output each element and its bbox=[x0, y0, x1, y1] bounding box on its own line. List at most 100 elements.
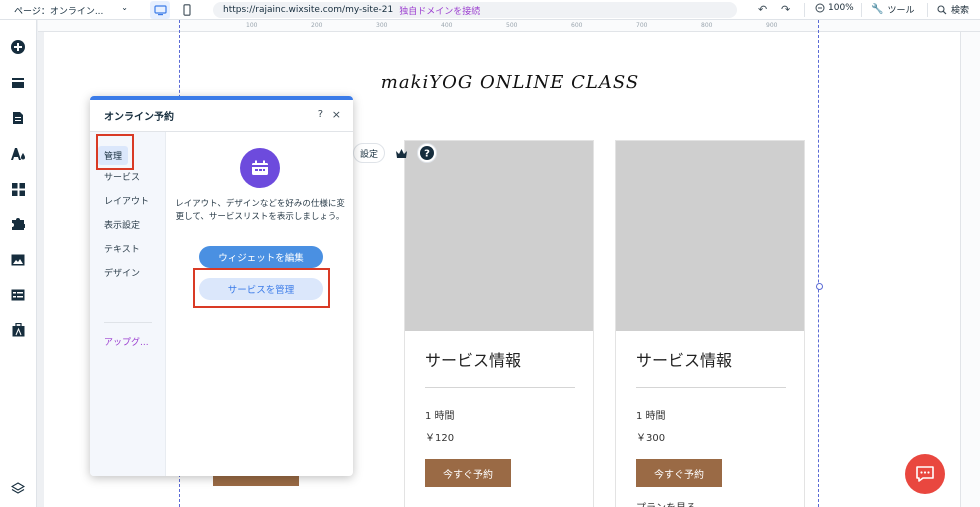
undo-icon[interactable]: ↶ bbox=[758, 3, 767, 16]
chevron-down-icon: ⌄ bbox=[121, 3, 128, 12]
layers-button[interactable] bbox=[9, 480, 27, 498]
book-now-button[interactable]: 今すぐ予約 bbox=[425, 459, 511, 487]
settings-label: 設定 bbox=[360, 149, 379, 160]
apps-grid-icon bbox=[11, 182, 25, 196]
business-apps-button[interactable] bbox=[9, 215, 27, 233]
edit-widget-button[interactable]: ウィジェットを編集 bbox=[199, 246, 323, 268]
ruler-mark: 500 bbox=[506, 22, 518, 29]
book-now-button[interactable]: 今すぐ予約 bbox=[636, 459, 722, 487]
page-icon bbox=[13, 112, 23, 124]
resize-handle[interactable] bbox=[816, 283, 823, 290]
ruler-mark: 400 bbox=[441, 22, 453, 29]
briefcase-icon bbox=[12, 323, 24, 337]
service-duration: 1 時間 bbox=[636, 411, 666, 422]
ruler-mark: 100 bbox=[246, 22, 258, 29]
text-drop-icon bbox=[11, 148, 25, 160]
theme-button[interactable] bbox=[9, 145, 27, 163]
toolbar-divider bbox=[861, 3, 862, 17]
pages-button[interactable] bbox=[9, 109, 27, 127]
add-elements-button[interactable] bbox=[9, 38, 27, 56]
ruler-mark: 200 bbox=[311, 22, 323, 29]
chat-button[interactable] bbox=[905, 454, 945, 494]
panel-close-button[interactable]: × bbox=[332, 108, 341, 121]
calendar-icon bbox=[240, 148, 280, 188]
service-name: サービス情報 bbox=[636, 351, 733, 370]
panel-title: オンライン予約 bbox=[104, 112, 174, 123]
search-button[interactable]: 検索 bbox=[937, 3, 969, 16]
layers-icon bbox=[11, 482, 25, 494]
right-ruler bbox=[960, 32, 980, 507]
zoom-icon bbox=[815, 3, 825, 13]
panel-nav-text[interactable]: テキスト bbox=[104, 242, 140, 255]
desktop-view-button[interactable] bbox=[150, 1, 170, 19]
tools-label: ツール bbox=[887, 6, 915, 16]
crown-icon bbox=[395, 148, 407, 158]
sections-button[interactable] bbox=[9, 74, 27, 92]
search-label: 検索 bbox=[951, 6, 970, 16]
left-toolbar bbox=[0, 20, 37, 507]
site-url: https://rajainc.wixsite.com/my-site-21 bbox=[223, 5, 394, 15]
toolbar-divider bbox=[927, 3, 928, 17]
redo-icon[interactable]: ↷ bbox=[781, 3, 790, 16]
view-plans-link[interactable]: プランを見る bbox=[636, 499, 696, 507]
right-gridline bbox=[818, 20, 819, 507]
divider bbox=[425, 387, 575, 388]
divider bbox=[104, 322, 152, 323]
search-icon bbox=[937, 4, 947, 14]
site-url-bar[interactable]: https://rajainc.wixsite.com/my-site-21 独… bbox=[213, 2, 737, 18]
site-title[interactable]: makiYOG ONLINE CLASS bbox=[300, 72, 720, 93]
portfolio-button[interactable] bbox=[9, 321, 27, 339]
upgrade-button[interactable] bbox=[391, 143, 411, 163]
zoom-level: 100% bbox=[828, 3, 854, 13]
ruler-mark: 300 bbox=[376, 22, 388, 29]
apps-button[interactable] bbox=[9, 180, 27, 198]
panel-nav-upgrade[interactable]: アップグ... bbox=[104, 335, 149, 348]
settings-button[interactable]: 設定 bbox=[353, 143, 386, 163]
service-card[interactable]: サービス情報 1 時間 ￥300 今すぐ予約 プランを見る bbox=[615, 140, 805, 507]
mobile-icon bbox=[183, 4, 191, 16]
panel-nav-display[interactable]: 表示設定 bbox=[104, 218, 140, 231]
divider bbox=[636, 387, 786, 388]
page-selector[interactable]: ページ：オンライン... ⌄ bbox=[14, 3, 134, 17]
element-toolbar: 設定 ? bbox=[353, 143, 438, 163]
service-price: ￥120 bbox=[425, 433, 455, 444]
chat-bubble-icon bbox=[916, 466, 934, 482]
ruler-mark: 600 bbox=[571, 22, 583, 29]
cms-button[interactable] bbox=[9, 286, 27, 304]
panel-nav: 管理 サービス レイアウト 表示設定 テキスト デザイン アップグ... bbox=[90, 132, 166, 476]
svg-text:?: ? bbox=[424, 149, 430, 160]
mobile-view-button[interactable] bbox=[177, 1, 197, 19]
help-icon: ? bbox=[420, 146, 435, 160]
panel-nav-design[interactable]: デザイン bbox=[104, 266, 140, 279]
service-price: ￥300 bbox=[636, 433, 666, 444]
ruler-mark: 800 bbox=[701, 22, 713, 29]
zoom-button[interactable]: 100% bbox=[815, 3, 854, 13]
ruler-mark: 900 bbox=[766, 22, 778, 29]
highlight-manage-services bbox=[193, 268, 330, 308]
page-selector-label: ページ：オンライン... bbox=[14, 6, 104, 17]
service-card[interactable]: サービス情報 1 時間 ￥120 今すぐ予約 bbox=[404, 140, 594, 507]
highlight-manage bbox=[96, 134, 134, 170]
ruler-mark: 700 bbox=[636, 22, 648, 29]
media-button[interactable] bbox=[9, 251, 27, 269]
top-bar: ページ：オンライン... ⌄ https://rajainc.wixsite.c… bbox=[0, 0, 980, 20]
puzzle-icon bbox=[12, 218, 25, 230]
service-image bbox=[405, 141, 593, 331]
help-button[interactable]: ? bbox=[417, 143, 438, 163]
connect-domain-link[interactable]: 独自ドメインを接続 bbox=[399, 4, 480, 17]
panel-nav-services[interactable]: サービス bbox=[104, 170, 140, 183]
plus-circle-icon bbox=[11, 40, 25, 54]
desktop-icon bbox=[153, 4, 167, 15]
panel-nav-layout[interactable]: レイアウト bbox=[104, 194, 149, 207]
toolbar-divider bbox=[804, 3, 805, 17]
sections-icon bbox=[12, 78, 24, 88]
image-icon bbox=[11, 254, 25, 266]
service-duration: 1 時間 bbox=[425, 411, 455, 422]
service-name: サービス情報 bbox=[425, 351, 522, 370]
tools-button[interactable]: 🔧 ツール bbox=[871, 3, 914, 16]
panel-description: レイアウト、デザインなどを好みの仕様に変更して、サービスリストを表示しましょう。 bbox=[175, 199, 345, 222]
panel-header: オンライン予約 ? × bbox=[90, 100, 353, 132]
panel-help-button[interactable]: ? bbox=[318, 109, 323, 120]
table-icon bbox=[11, 289, 25, 301]
service-image bbox=[616, 141, 804, 331]
